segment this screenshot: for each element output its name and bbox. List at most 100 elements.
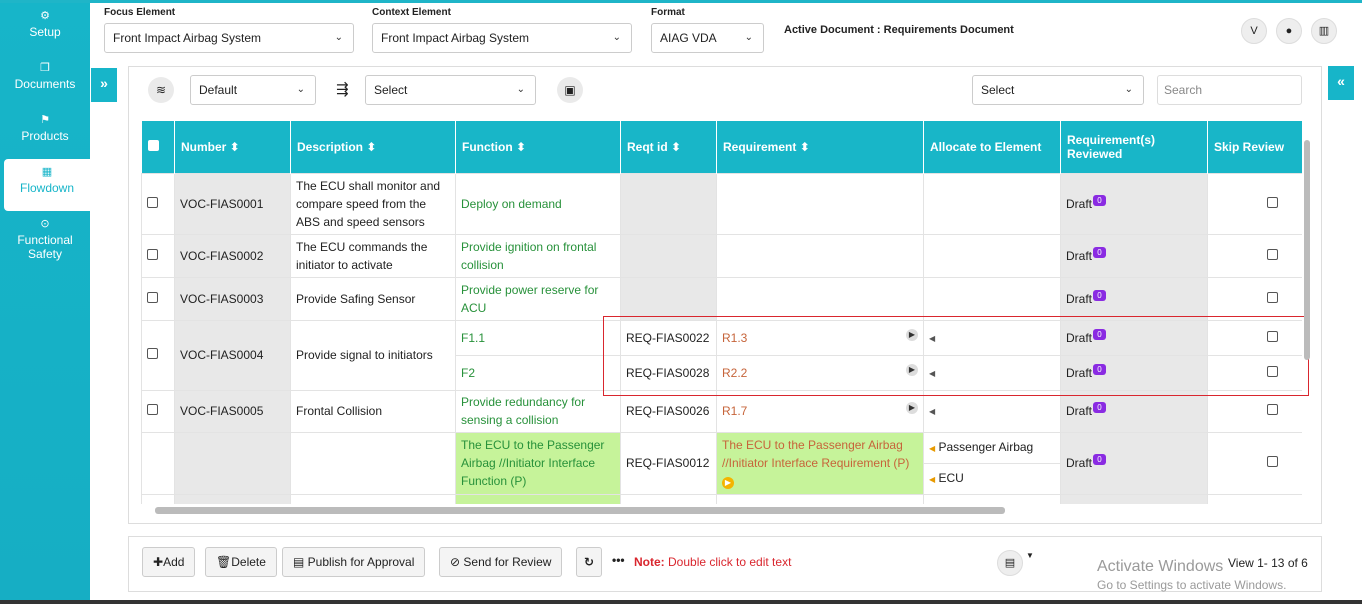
expand-left-icon[interactable]: ◀	[929, 475, 935, 484]
format-select[interactable]: AIAG VDA ⌄	[651, 23, 764, 53]
requirement-cell[interactable]: R2.2 ▶	[716, 354, 924, 391]
allocate-cell[interactable]	[923, 276, 1061, 321]
description-cell[interactable]: Frontal Collision	[290, 389, 456, 433]
col-requirement[interactable]: Requirement ⬍	[716, 121, 924, 173]
collapse-right-toggle[interactable]: «	[1328, 66, 1354, 100]
function-cell[interactable]: F1.1	[455, 319, 621, 356]
skip-review-checkbox[interactable]	[1267, 196, 1278, 208]
function-cell[interactable]: The ECU to the Passenger Airbag //Initia…	[455, 431, 621, 495]
table-row[interactable]: VOC-FIAS0003 Provide Safing Sensor Provi…	[141, 276, 1302, 321]
col-skip-review[interactable]: Skip Review	[1207, 121, 1302, 173]
function-cell[interactable]: Provide redundancy for sensing a collisi…	[455, 389, 621, 433]
comment-badge-icon[interactable]: 0	[1093, 402, 1107, 413]
col-function[interactable]: Function ⬍	[455, 121, 621, 173]
table-row[interactable]: VOC-FIAS0005 Frontal Collision Provide r…	[141, 389, 1302, 433]
gallery-icon[interactable]: ▣	[557, 77, 583, 103]
select-all-header[interactable]	[141, 121, 175, 173]
requirement-cell[interactable]	[716, 172, 924, 235]
skip-review-checkbox[interactable]	[1267, 248, 1278, 260]
expand-right-icon[interactable]: ▶	[906, 328, 918, 341]
focus-element-select[interactable]: Front Impact Airbag System ⌄	[104, 23, 354, 53]
skip-review-checkbox[interactable]	[1267, 330, 1278, 342]
table-row[interactable]: VOC-FIAS0004 Provide signal to initiator…	[141, 319, 1302, 391]
layers-icon[interactable]: ≋	[148, 77, 174, 103]
row-checkbox[interactable]	[147, 348, 158, 359]
skip-review-checkbox[interactable]	[1267, 404, 1278, 415]
sidebar-item-flowdown[interactable]: ▦ Flowdown	[4, 159, 90, 211]
skip-review-checkbox[interactable]	[1267, 456, 1278, 467]
description-cell[interactable]: The ECU shall monitor and compare speed …	[290, 172, 456, 235]
description-cell[interactable]: Provide signal to initiators	[290, 319, 456, 391]
function-cell[interactable]: Deploy on demand	[455, 172, 621, 235]
sidebar-item-products[interactable]: ⚑ Products	[0, 107, 90, 159]
skip-review-checkbox[interactable]	[1267, 291, 1278, 303]
search-input[interactable]: Search	[1157, 75, 1302, 105]
description-cell[interactable]	[290, 431, 456, 495]
allocate-cell[interactable]: ◀	[923, 354, 1061, 391]
col-description[interactable]: Description ⬍	[290, 121, 456, 173]
function-cell[interactable]: F2	[455, 354, 621, 391]
expand-right-icon[interactable]: ▶	[722, 477, 734, 489]
expand-left-icon[interactable]: ◀	[929, 369, 935, 378]
select-all-checkbox[interactable]	[147, 139, 159, 151]
add-button[interactable]: ✚Add	[142, 547, 196, 577]
filter-select[interactable]: Select ⌄	[972, 75, 1144, 105]
sidebar-item-setup[interactable]: ⚙ Setup	[0, 3, 90, 55]
sidebar-item-functional-safety[interactable]: ⊙ Functional Safety	[0, 211, 90, 273]
export-icon[interactable]: ▤	[997, 550, 1023, 576]
hierarchy-icon[interactable]: ⇶	[336, 80, 349, 98]
comment-badge-icon[interactable]: 0	[1093, 328, 1107, 340]
expand-left-icon[interactable]: ◀	[929, 444, 935, 453]
sidebar-item-documents[interactable]: ❐ Documents	[0, 55, 90, 107]
requirement-cell[interactable]: R1.3 ▶	[716, 319, 924, 356]
horizontal-scrollbar[interactable]	[141, 504, 1302, 516]
refresh-button[interactable]: ↻	[576, 547, 603, 577]
expand-left-icon[interactable]: ◀	[929, 407, 935, 416]
col-reviewed[interactable]: Requirement(s) Reviewed	[1060, 121, 1208, 173]
delete-button[interactable]: 🗑Delete	[205, 547, 277, 577]
function-cell[interactable]: The ECU to the Driver	[455, 493, 621, 504]
drop-icon[interactable]: ●	[1276, 18, 1302, 44]
requirement-cell[interactable]: The ECU to the Passenger Airbag //Initia…	[716, 431, 924, 495]
vertical-scrollbar[interactable]	[1303, 130, 1311, 490]
row-checkbox[interactable]	[147, 196, 158, 208]
caret-down-icon[interactable]: ▼	[1026, 551, 1034, 560]
requirement-cell[interactable]	[716, 233, 924, 278]
allocate-cell[interactable]: ◀	[923, 389, 1061, 433]
allocate-cell[interactable]	[923, 233, 1061, 278]
table-row[interactable]: The ECU to the Passenger Airbag //Initia…	[141, 431, 1302, 495]
requirement-cell[interactable]	[716, 276, 924, 321]
row-checkbox[interactable]	[147, 404, 158, 415]
allocate-cell[interactable]: ◀ Passenger Airbag	[923, 431, 1061, 464]
function-cell[interactable]: Provide power reserve for ACU	[455, 276, 621, 321]
allocate-cell[interactable]: ◀	[923, 319, 1061, 356]
table-row[interactable]: The ECU to the Driver	[141, 493, 1302, 504]
send-review-button[interactable]: ⊘ Send for Review	[439, 547, 563, 577]
branch-icon[interactable]: V	[1241, 18, 1267, 44]
view-select[interactable]: Default ⌄	[190, 75, 316, 105]
allocate-cell[interactable]	[923, 172, 1061, 235]
skip-review-checkbox[interactable]	[1267, 365, 1278, 377]
table-row[interactable]: VOC-FIAS0001 The ECU shall monitor and c…	[141, 172, 1302, 235]
comment-badge-icon[interactable]: 0	[1093, 194, 1107, 206]
row-checkbox[interactable]	[147, 248, 158, 260]
chart-icon[interactable]: ▥	[1311, 18, 1337, 44]
col-reqt-id[interactable]: Reqt id ⬍	[620, 121, 717, 173]
context-element-select[interactable]: Front Impact Airbag System ⌄	[372, 23, 632, 53]
description-cell[interactable]: Provide Safing Sensor	[290, 276, 456, 321]
expand-right-icon[interactable]: ▶	[906, 363, 918, 376]
comment-badge-icon[interactable]: 0	[1093, 454, 1107, 465]
function-cell[interactable]: Provide ignition on frontal collision	[455, 233, 621, 278]
col-allocate[interactable]: Allocate to Element	[923, 121, 1061, 173]
publish-button[interactable]: ▤ Publish for Approval	[282, 547, 426, 577]
more-icon[interactable]: •••	[612, 553, 625, 567]
description-cell[interactable]: The ECU commands the initiator to activa…	[290, 233, 456, 278]
requirement-cell[interactable]: R1.7 ▶	[716, 389, 924, 433]
expand-right-icon[interactable]: ▶	[906, 402, 918, 414]
comment-badge-icon[interactable]: 0	[1093, 246, 1107, 258]
table-row[interactable]: VOC-FIAS0002 The ECU commands the initia…	[141, 233, 1302, 278]
expand-left-toggle[interactable]: »	[91, 68, 117, 102]
comment-badge-icon[interactable]: 0	[1093, 363, 1107, 375]
row-checkbox[interactable]	[147, 291, 158, 303]
col-number[interactable]: Number ⬍	[174, 121, 291, 173]
